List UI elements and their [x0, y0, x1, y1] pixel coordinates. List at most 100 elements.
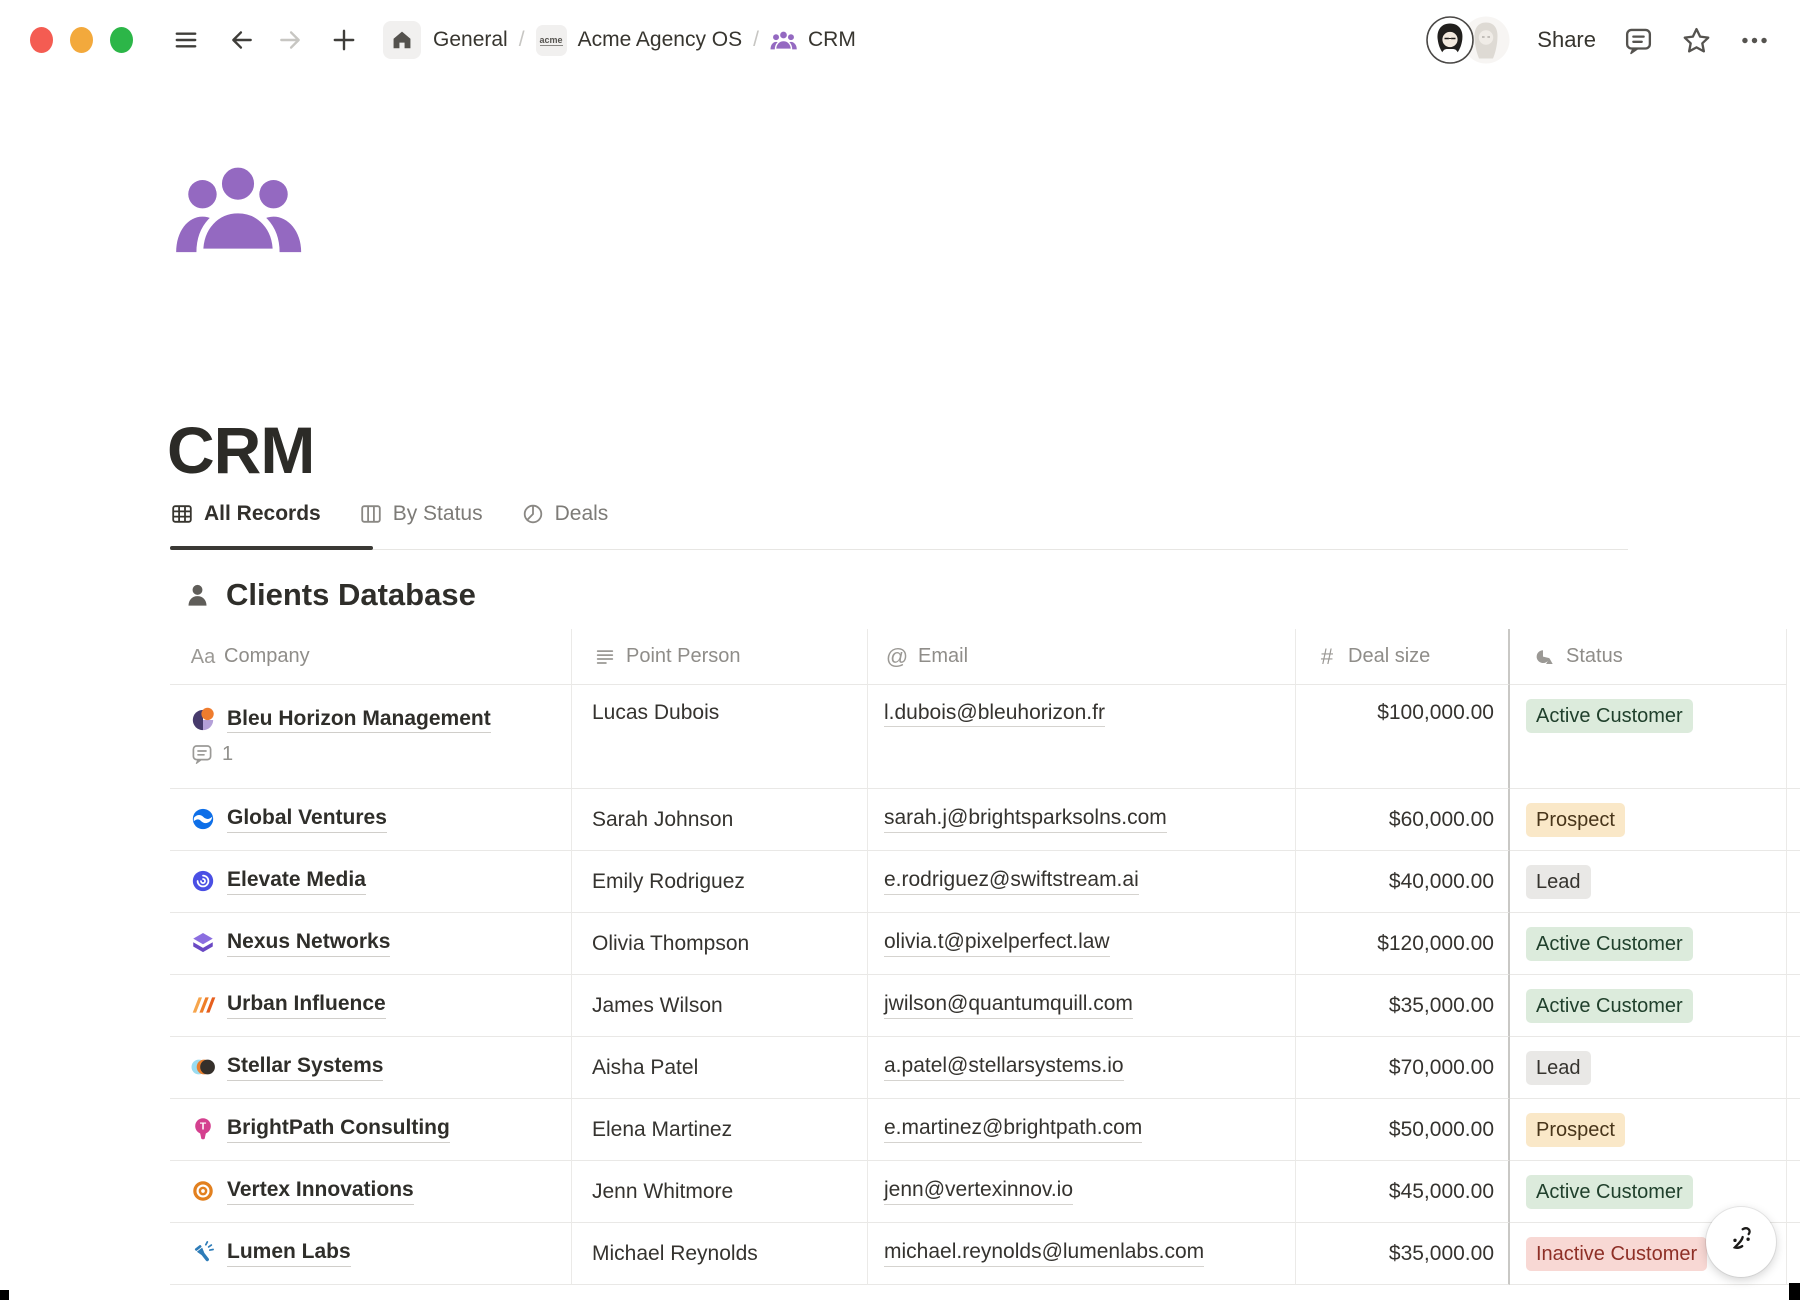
status-badge[interactable]: Active Customer: [1526, 699, 1693, 733]
status-cell[interactable]: Prospect: [1510, 789, 1787, 851]
company-link[interactable]: Elevate Media: [227, 868, 366, 894]
status-cell[interactable]: Lead: [1510, 1037, 1787, 1099]
company-cell[interactable]: Bleu Horizon Management 1: [170, 685, 572, 789]
company-link[interactable]: Nexus Networks: [227, 930, 390, 956]
email-link[interactable]: e.martinez@brightpath.com: [884, 1116, 1142, 1142]
point-person-cell[interactable]: Lucas Dubois: [572, 685, 868, 789]
company-link[interactable]: Bleu Horizon Management: [227, 707, 491, 733]
company-cell[interactable]: Vertex Innovations: [170, 1161, 572, 1223]
deal-size-cell[interactable]: $60,000.00: [1296, 789, 1510, 851]
column-header-status[interactable]: Status: [1510, 629, 1787, 685]
email-cell[interactable]: sarah.j@brightsparksolns.com: [868, 789, 1296, 851]
status-badge[interactable]: Active Customer: [1526, 1175, 1693, 1209]
column-header-email[interactable]: @ Email: [868, 629, 1296, 685]
home-button[interactable]: [383, 21, 421, 59]
zoom-window-button[interactable]: [110, 27, 133, 53]
point-person-cell[interactable]: Jenn Whitmore: [572, 1161, 868, 1223]
point-person-cell[interactable]: Sarah Johnson: [572, 789, 868, 851]
point-person-cell[interactable]: Elena Martinez: [572, 1099, 868, 1161]
deal-size-cell[interactable]: $50,000.00: [1296, 1099, 1510, 1161]
status-badge[interactable]: Inactive Customer: [1526, 1237, 1707, 1271]
acme-workspace-icon[interactable]: acme: [536, 25, 567, 56]
email-link[interactable]: l.dubois@bleuhorizon.fr: [884, 701, 1105, 727]
breadcrumb-general[interactable]: General: [433, 28, 508, 52]
company-link[interactable]: Stellar Systems: [227, 1054, 383, 1080]
database-title[interactable]: Clients Database: [226, 577, 476, 613]
email-link[interactable]: a.patel@stellarsystems.io: [884, 1054, 1124, 1080]
company-link[interactable]: Urban Influence: [227, 992, 386, 1018]
email-cell[interactable]: olivia.t@pixelperfect.law: [868, 913, 1296, 975]
company-cell[interactable]: Urban Influence: [170, 975, 572, 1037]
status-badge[interactable]: Prospect: [1526, 803, 1625, 837]
point-person-cell[interactable]: Olivia Thompson: [572, 913, 868, 975]
company-link[interactable]: Vertex Innovations: [227, 1178, 414, 1204]
tab-all-records[interactable]: All Records: [170, 502, 321, 526]
email-link[interactable]: sarah.j@brightsparksolns.com: [884, 806, 1167, 832]
status-badge[interactable]: Prospect: [1526, 1113, 1625, 1147]
deal-size-cell[interactable]: $40,000.00: [1296, 851, 1510, 913]
status-cell[interactable]: Active Customer: [1510, 913, 1787, 975]
email-link[interactable]: jenn@vertexinnov.io: [884, 1178, 1073, 1204]
breadcrumb-crm[interactable]: CRM: [808, 28, 856, 52]
company-cell[interactable]: T BrightPath Consulting: [170, 1099, 572, 1161]
company-link[interactable]: Lumen Labs: [227, 1240, 351, 1266]
notion-ai-button[interactable]: [1706, 1207, 1776, 1277]
deal-size-cell[interactable]: $45,000.00: [1296, 1161, 1510, 1223]
row-comment[interactable]: 1: [190, 742, 233, 766]
company-cell[interactable]: Lumen Labs: [170, 1223, 572, 1285]
more-options-icon[interactable]: [1739, 25, 1770, 56]
point-person-cell[interactable]: Michael Reynolds: [572, 1223, 868, 1285]
email-link[interactable]: olivia.t@pixelperfect.law: [884, 930, 1110, 956]
favorite-star-icon[interactable]: [1681, 25, 1712, 56]
company-cell[interactable]: Nexus Networks: [170, 913, 572, 975]
email-cell[interactable]: jenn@vertexinnov.io: [868, 1161, 1296, 1223]
company-cell[interactable]: Elevate Media: [170, 851, 572, 913]
new-tab-icon[interactable]: [329, 25, 359, 55]
status-cell[interactable]: Active Customer: [1510, 975, 1787, 1037]
collaborator-avatars[interactable]: [1426, 15, 1510, 65]
company-link[interactable]: Global Ventures: [227, 806, 387, 832]
deal-size-cell[interactable]: $70,000.00: [1296, 1037, 1510, 1099]
deal-size-cell[interactable]: $35,000.00: [1296, 975, 1510, 1037]
company-cell[interactable]: Global Ventures: [170, 789, 572, 851]
page-title[interactable]: CRM: [167, 412, 314, 488]
page-icon-people[interactable]: [172, 160, 304, 260]
column-header-company[interactable]: Aa Company: [170, 629, 572, 685]
status-cell[interactable]: Lead: [1510, 851, 1787, 913]
status-badge[interactable]: Active Customer: [1526, 989, 1693, 1023]
column-header-deal-size[interactable]: # Deal size: [1296, 629, 1510, 685]
point-person-cell[interactable]: Aisha Patel: [572, 1037, 868, 1099]
tab-by-status[interactable]: By Status: [359, 502, 483, 526]
comments-icon[interactable]: [1623, 25, 1654, 56]
email-link[interactable]: jwilson@quantumquill.com: [884, 992, 1133, 1018]
avatar[interactable]: [1426, 16, 1474, 64]
email-cell[interactable]: e.martinez@brightpath.com: [868, 1099, 1296, 1161]
sidebar-toggle-icon[interactable]: [171, 25, 201, 55]
minimize-window-button[interactable]: [70, 27, 93, 53]
back-arrow-icon[interactable]: [227, 25, 257, 55]
status-cell[interactable]: Active Customer: [1510, 685, 1787, 789]
status-badge[interactable]: Active Customer: [1526, 927, 1693, 961]
status-badge[interactable]: Lead: [1526, 865, 1591, 899]
email-cell[interactable]: l.dubois@bleuhorizon.fr: [868, 685, 1296, 789]
close-window-button[interactable]: [30, 27, 53, 53]
status-badge[interactable]: Lead: [1526, 1051, 1591, 1085]
deal-size-cell[interactable]: $120,000.00: [1296, 913, 1510, 975]
tab-deals[interactable]: Deals: [521, 502, 609, 526]
email-link[interactable]: e.rodriguez@swiftstream.ai: [884, 868, 1139, 894]
email-link[interactable]: michael.reynolds@lumenlabs.com: [884, 1240, 1204, 1266]
email-cell[interactable]: a.patel@stellarsystems.io: [868, 1037, 1296, 1099]
email-cell[interactable]: michael.reynolds@lumenlabs.com: [868, 1223, 1296, 1285]
column-header-point-person[interactable]: Point Person: [572, 629, 868, 685]
deal-size-cell[interactable]: $100,000.00: [1296, 685, 1510, 789]
company-link[interactable]: BrightPath Consulting: [227, 1116, 450, 1142]
point-person-cell[interactable]: Emily Rodriguez: [572, 851, 868, 913]
email-cell[interactable]: e.rodriguez@swiftstream.ai: [868, 851, 1296, 913]
email-cell[interactable]: jwilson@quantumquill.com: [868, 975, 1296, 1037]
point-person-cell[interactable]: James Wilson: [572, 975, 868, 1037]
share-button[interactable]: Share: [1537, 27, 1596, 53]
breadcrumb-acme-agency-os[interactable]: Acme Agency OS: [578, 28, 743, 52]
company-cell[interactable]: Stellar Systems: [170, 1037, 572, 1099]
status-cell[interactable]: Prospect: [1510, 1099, 1787, 1161]
forward-arrow-icon[interactable]: [275, 25, 305, 55]
